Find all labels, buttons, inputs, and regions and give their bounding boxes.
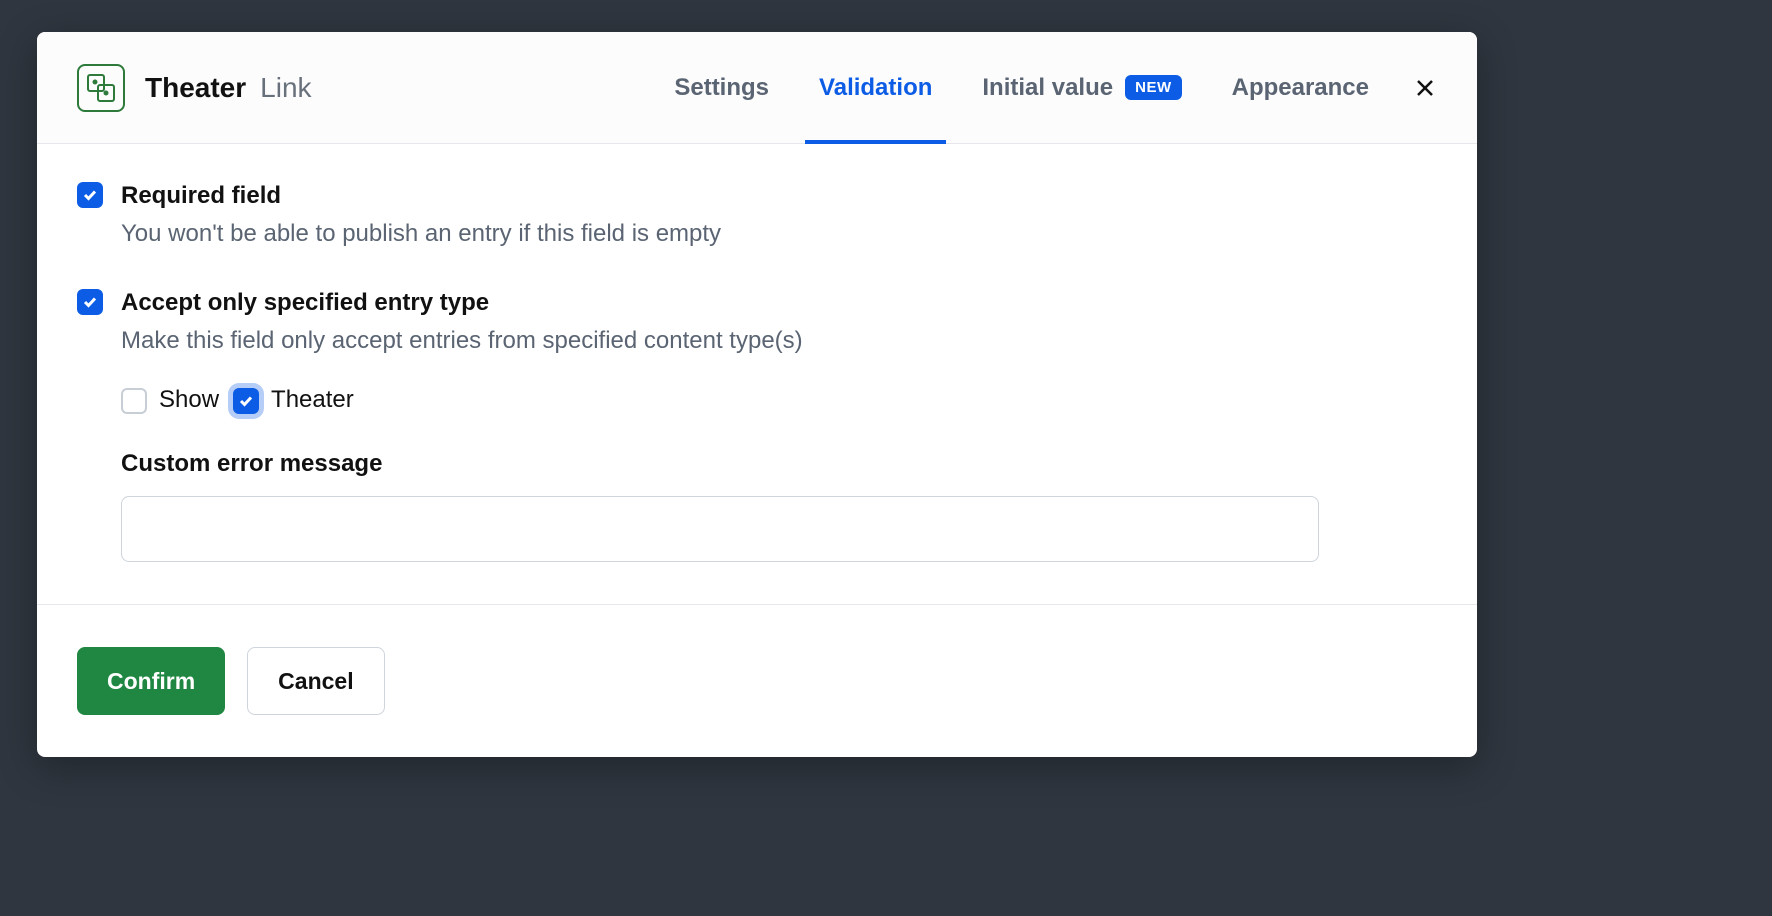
- reference-link-icon: [77, 64, 125, 112]
- confirm-button[interactable]: Confirm: [77, 647, 225, 715]
- required-desc: You won't be able to publish an entry if…: [121, 217, 1437, 251]
- custom-error-input[interactable]: [121, 496, 1319, 562]
- cancel-button[interactable]: Cancel: [247, 647, 384, 715]
- entry-type-show-checkbox[interactable]: [121, 388, 147, 414]
- field-name: Theater: [145, 72, 246, 104]
- required-label: Required field: [121, 180, 1437, 211]
- tab-appearance[interactable]: Appearance: [1232, 32, 1369, 143]
- close-button[interactable]: [1413, 76, 1437, 100]
- tab-settings[interactable]: Settings: [674, 32, 769, 143]
- entry-type-show: Show: [121, 386, 219, 414]
- new-badge: NEW: [1125, 75, 1182, 100]
- validation-accept-only: Accept only specified entry type Make th…: [77, 287, 1437, 562]
- tab-validation[interactable]: Validation: [819, 32, 932, 143]
- entry-type-theater-checkbox[interactable]: [233, 388, 259, 414]
- entry-type-theater: Theater: [233, 386, 354, 414]
- tab-label: Initial value: [982, 74, 1113, 102]
- entry-type-theater-label: Theater: [271, 386, 354, 414]
- validation-required-content: Required field You won't be able to publ…: [121, 180, 1437, 251]
- tab-label: Validation: [819, 74, 932, 102]
- modal-header: Theater Link Settings Validation Initial…: [37, 32, 1477, 144]
- entry-type-show-label: Show: [159, 386, 219, 414]
- field-settings-modal: Theater Link Settings Validation Initial…: [37, 32, 1477, 757]
- tab-label: Appearance: [1232, 74, 1369, 102]
- modal-title: Theater Link: [145, 72, 674, 104]
- entry-type-list: Show Theater: [121, 386, 1437, 414]
- validation-accept-only-content: Accept only specified entry type Make th…: [121, 287, 1437, 562]
- field-type: Link: [260, 72, 311, 104]
- accept-only-desc: Make this field only accept entries from…: [121, 324, 1437, 358]
- tab-initial-value[interactable]: Initial value NEW: [982, 32, 1181, 143]
- tab-label: Settings: [674, 74, 769, 102]
- required-checkbox[interactable]: [77, 182, 103, 208]
- custom-error-label: Custom error message: [121, 450, 1437, 478]
- modal-tabs: Settings Validation Initial value NEW Ap…: [674, 32, 1369, 143]
- accept-only-checkbox[interactable]: [77, 289, 103, 315]
- accept-only-label: Accept only specified entry type: [121, 287, 1437, 318]
- modal-body: Required field You won't be able to publ…: [37, 144, 1477, 604]
- modal-footer: Confirm Cancel: [37, 604, 1477, 757]
- custom-error-section: Custom error message: [121, 450, 1437, 562]
- validation-required: Required field You won't be able to publ…: [77, 180, 1437, 251]
